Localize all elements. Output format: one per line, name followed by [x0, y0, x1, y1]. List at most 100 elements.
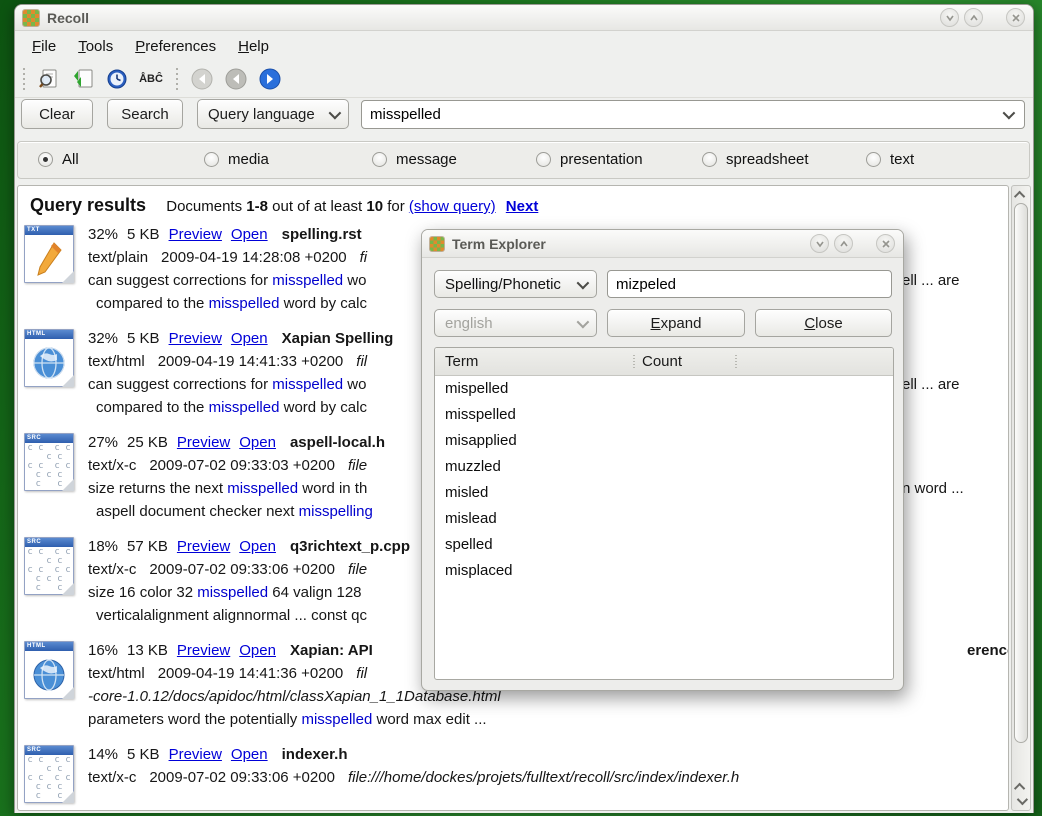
unshade-button[interactable]	[964, 8, 983, 27]
open-link[interactable]: Open	[239, 434, 276, 451]
window-titlebar[interactable]: Recoll	[15, 5, 1033, 31]
sort-parameters-icon	[71, 67, 95, 91]
window-title: Recoll	[47, 10, 89, 26]
relevance-percent: 16%	[88, 642, 118, 659]
open-link[interactable]: Open	[231, 746, 268, 763]
file-date: 2009-07-02 09:33:06 +0200	[149, 769, 335, 786]
relevance-percent: 32%	[88, 226, 118, 243]
shade-button[interactable]	[940, 8, 959, 27]
dialog-unshade-button[interactable]	[834, 234, 853, 253]
open-link[interactable]: Open	[231, 330, 268, 347]
term-explorer-button[interactable]: ÅBĈ	[136, 65, 166, 93]
close-icon	[1011, 13, 1021, 23]
search-input[interactable]	[362, 106, 995, 123]
recoll-logo-icon	[430, 237, 444, 251]
column-header-count[interactable]: Count	[642, 348, 682, 375]
desktop: Recoll File Tools Preferences Help	[0, 0, 1042, 816]
file-type-badge: HTML	[25, 330, 73, 339]
show-query-link[interactable]: (show query)	[409, 198, 496, 215]
chevron-down-icon	[577, 276, 590, 289]
nav-next-button[interactable]	[255, 65, 285, 93]
query-language-dropdown[interactable]: Query language	[197, 99, 349, 129]
file-size: 13 KB	[127, 642, 168, 659]
radio-text[interactable]: text	[866, 151, 914, 168]
clear-button[interactable]: Clear	[21, 99, 93, 129]
result-total: 10	[366, 198, 383, 215]
scrollbar-thumb[interactable]	[1014, 203, 1028, 743]
close-button[interactable]: Close	[755, 309, 892, 337]
term-row[interactable]: mispelled	[435, 376, 893, 402]
preview-link[interactable]: Preview	[177, 538, 230, 555]
term-row[interactable]: misapplied	[435, 428, 893, 454]
close-window-button[interactable]	[1006, 8, 1025, 27]
menu-preferences[interactable]: Preferences	[124, 34, 227, 59]
results-heading: Query results	[30, 195, 146, 215]
advanced-search-button[interactable]	[34, 65, 64, 93]
column-header-term[interactable]: Term	[445, 348, 478, 375]
language-dropdown[interactable]: english	[434, 309, 597, 337]
mime-type: text/plain	[88, 249, 148, 266]
scroll-up-button-bottom[interactable]	[1012, 780, 1030, 794]
radio-spreadsheet[interactable]: spreadsheet	[702, 151, 809, 168]
term-row[interactable]: misspelled	[435, 402, 893, 428]
next-page-link[interactable]: Next	[506, 198, 539, 215]
open-link[interactable]: Open	[231, 226, 268, 243]
radio-presentation[interactable]: presentation	[536, 151, 643, 168]
recoll-main-window: Recoll File Tools Preferences Help	[14, 4, 1034, 813]
preview-link[interactable]: Preview	[177, 434, 230, 451]
result-range: 1-8	[246, 198, 268, 215]
term-row[interactable]: muzzled	[435, 454, 893, 480]
file-size: 5 KB	[127, 330, 160, 347]
mime-type: text/html	[88, 665, 145, 682]
radio-message[interactable]: message	[372, 151, 457, 168]
term-input[interactable]	[608, 276, 891, 293]
source-file-icon: SRC c c c c c c c c c c c c c c c	[24, 745, 74, 803]
open-link[interactable]: Open	[239, 642, 276, 659]
expansion-mode-dropdown[interactable]: Spelling/Phonetic	[434, 270, 597, 298]
nav-previous-button[interactable]	[221, 65, 251, 93]
toolbar-handle[interactable]	[21, 68, 26, 90]
search-query-combobox[interactable]	[361, 100, 1025, 129]
radio-media[interactable]: media	[204, 151, 269, 168]
term-row[interactable]: misled	[435, 480, 893, 506]
mime-type: text/x-c	[88, 561, 136, 578]
term-input-field[interactable]	[607, 270, 892, 298]
nav-back-disabled-button[interactable]	[187, 65, 217, 93]
term-row[interactable]: spelled	[435, 532, 893, 558]
document-history-button[interactable]	[102, 65, 132, 93]
category-filter-bar: All media message presentation spreadshe…	[17, 141, 1030, 179]
dialog-titlebar[interactable]: Term Explorer	[422, 230, 903, 258]
expand-button[interactable]: Expand	[607, 309, 745, 337]
advanced-search-icon	[37, 67, 61, 91]
highlighted-term: misspelled	[209, 399, 280, 416]
menu-file[interactable]: File	[21, 34, 67, 59]
radio-all[interactable]: All	[38, 151, 79, 168]
dialog-title: Term Explorer	[452, 236, 546, 252]
term-row[interactable]: misplaced	[435, 558, 893, 584]
sort-parameters-button[interactable]	[68, 65, 98, 93]
table-header: Term Count	[435, 348, 893, 376]
menu-help[interactable]: Help	[227, 34, 280, 59]
result-title: aspell-local.h	[290, 434, 385, 451]
term-row[interactable]: mislead	[435, 506, 893, 532]
preview-link[interactable]: Preview	[169, 330, 222, 347]
file-url: file	[348, 457, 367, 474]
results-scrollbar[interactable]	[1011, 185, 1031, 811]
search-button[interactable]: Search	[107, 99, 183, 129]
source-file-icon: SRC c c c c c c c c c c c c c c c	[24, 433, 74, 491]
scroll-down-button[interactable]	[1012, 794, 1030, 808]
text-file-icon: TXT	[24, 225, 74, 283]
scroll-up-button[interactable]	[1012, 188, 1030, 202]
chevron-down-icon[interactable]	[1003, 107, 1016, 120]
toolbar-handle-2[interactable]	[174, 68, 179, 90]
preview-link[interactable]: Preview	[169, 746, 222, 763]
html-file-icon: HTML	[24, 329, 74, 387]
open-link[interactable]: Open	[239, 538, 276, 555]
dialog-close-button[interactable]	[876, 234, 895, 253]
preview-link[interactable]: Preview	[177, 642, 230, 659]
menu-tools[interactable]: Tools	[67, 34, 124, 59]
file-type-badge: SRC	[25, 746, 73, 755]
preview-link[interactable]: Preview	[169, 226, 222, 243]
dialog-shade-button[interactable]	[810, 234, 829, 253]
file-type-badge: TXT	[25, 226, 73, 235]
